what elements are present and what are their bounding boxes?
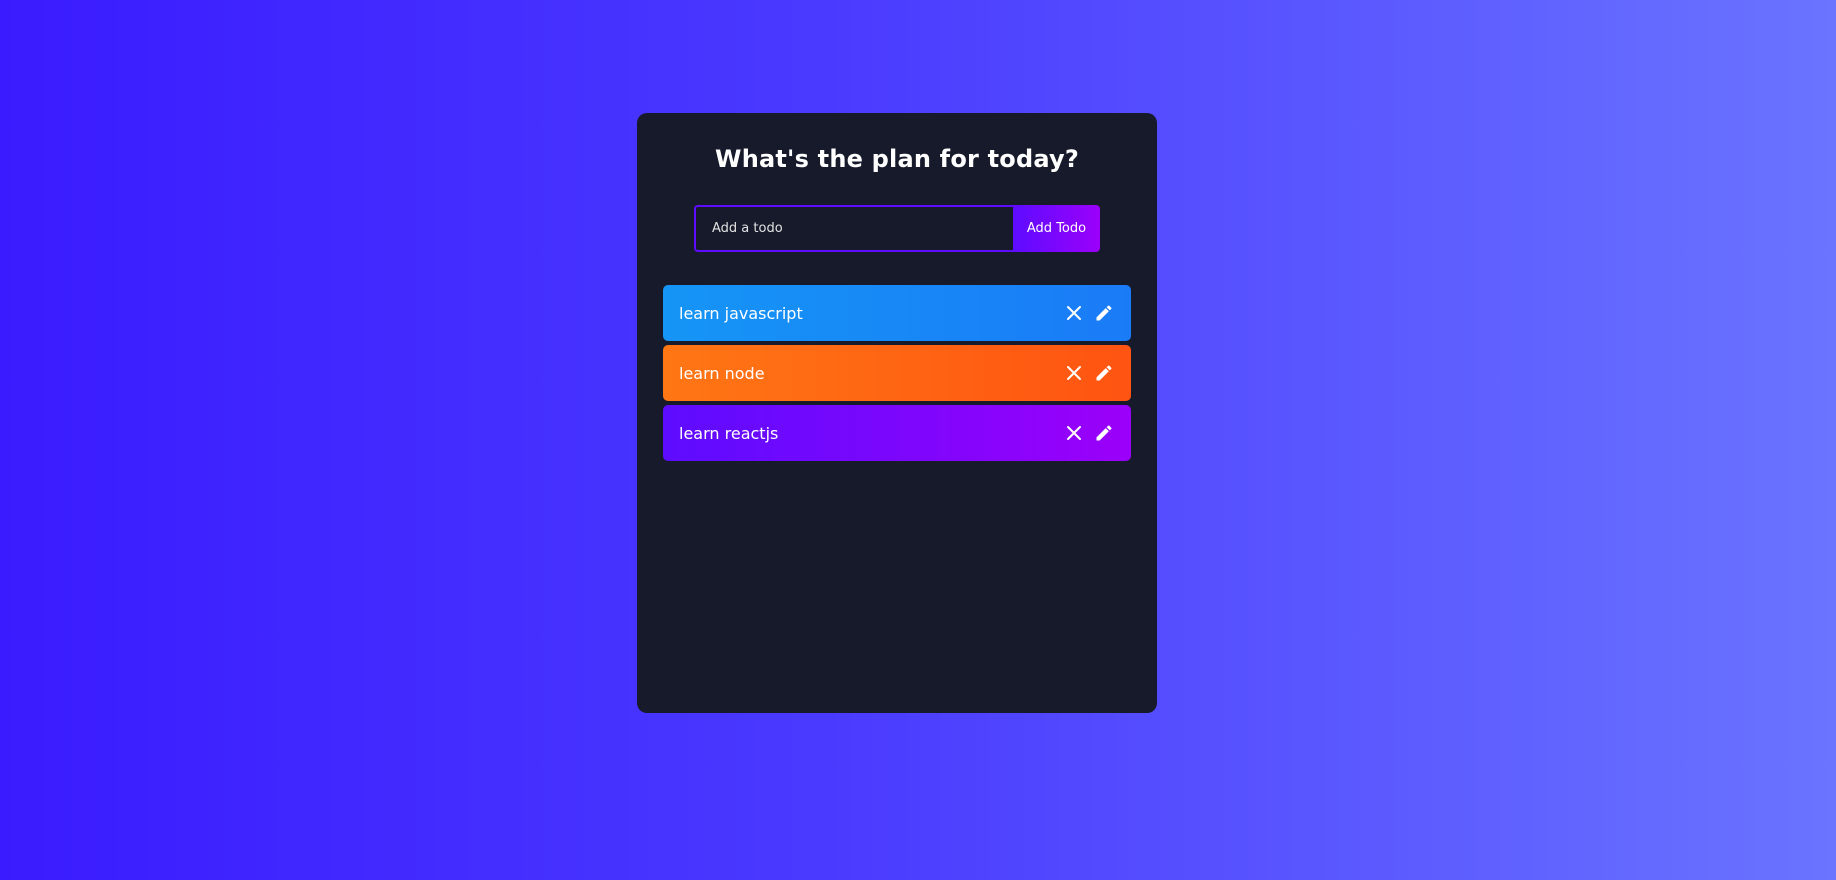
close-icon[interactable]	[1063, 362, 1085, 384]
edit-pencil-icon[interactable]	[1093, 362, 1115, 384]
edit-pencil-icon[interactable]	[1093, 422, 1115, 444]
todo-item-text[interactable]: learn node	[679, 364, 765, 383]
todo-item-actions	[1063, 422, 1115, 444]
todo-item: learn javascript	[663, 285, 1131, 341]
todo-item-actions	[1063, 362, 1115, 384]
todo-item: learn node	[663, 345, 1131, 401]
todo-item-actions	[1063, 302, 1115, 324]
todo-app-panel: What's the plan for today? Add Todo lear…	[637, 113, 1157, 713]
add-todo-button[interactable]: Add Todo	[1013, 205, 1100, 252]
todo-form: Add Todo	[694, 205, 1100, 252]
todo-list: learn javascript learn node learn reactj…	[663, 285, 1131, 465]
todo-input[interactable]	[694, 205, 1013, 252]
todo-item: learn reactjs	[663, 405, 1131, 461]
edit-pencil-icon[interactable]	[1093, 302, 1115, 324]
close-icon[interactable]	[1063, 422, 1085, 444]
page-title: What's the plan for today?	[715, 145, 1079, 173]
todo-item-text[interactable]: learn reactjs	[679, 424, 778, 443]
todo-item-text[interactable]: learn javascript	[679, 304, 803, 323]
close-icon[interactable]	[1063, 302, 1085, 324]
